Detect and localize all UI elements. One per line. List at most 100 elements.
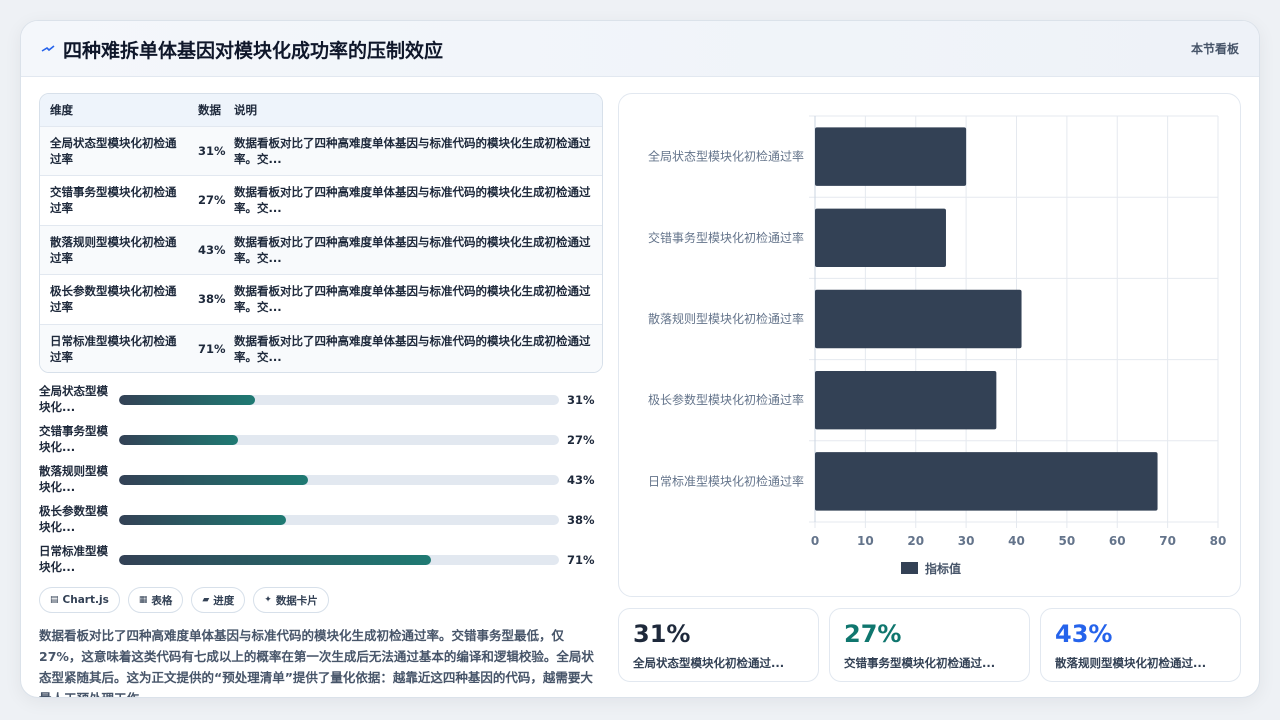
row-value: 31% — [198, 143, 226, 158]
progress-fill — [119, 395, 256, 405]
row-value: 43% — [198, 242, 226, 257]
progress-value: 71% — [567, 553, 595, 567]
progress-list: 全局状态型模块化... 31% 交错事务型模块化... 27% 散落规则型模块化… — [39, 383, 603, 583]
kpi-card: 27% 交错事务型模块化初检通过... — [829, 608, 1030, 682]
progress-track — [119, 515, 559, 525]
chip-label: 表格 — [151, 594, 173, 607]
chip-table[interactable]: ▦ 表格 — [127, 587, 184, 613]
legend-label: 指标值 — [925, 561, 961, 576]
progress-value: 43% — [567, 473, 595, 487]
y-category-label: 交错事务型模块化初检通过率 — [648, 230, 804, 245]
kpi-card: 43% 散落规则型模块化初检通过... — [1040, 608, 1241, 682]
progress-icon: ▰ — [202, 595, 210, 605]
progress-row: 交错事务型模块化... 27% — [39, 423, 603, 463]
table-header-row: 维度 数据 说明 — [40, 94, 602, 126]
x-tick-label: 60 — [1109, 534, 1126, 548]
progress-label: 散落规则型模块化... — [39, 464, 108, 494]
chip-label: 数据卡片 — [275, 594, 318, 607]
table-row: 交错事务型模块化初检通过率 27% 数据看板对比了四种高难度单体基因与标准代码的… — [40, 175, 602, 226]
progress-label: 极长参数型模块化... — [39, 504, 108, 534]
chip-progress[interactable]: ▰ 进度 — [191, 587, 246, 613]
data-table: 维度 数据 说明 全局状态型模块化初检通过率 31% 数据看板对比了四种高难度单… — [39, 93, 603, 373]
x-tick-label: 40 — [1008, 534, 1025, 548]
row-dimension: 散落规则型模块化初检通过率 — [50, 234, 177, 265]
progress-row: 日常标准型模块化... 71% — [39, 543, 603, 583]
dashboard-card: 四种难拆单体基因对模块化成功率的压制效应 本节看板 维度 数据 说明 全局状态型… — [20, 20, 1260, 698]
progress-row: 极长参数型模块化... 38% — [39, 503, 603, 543]
progress-label: 交错事务型模块化... — [39, 424, 108, 454]
x-tick-label: 30 — [958, 534, 975, 548]
chip-chartjs[interactable]: ▤ Chart.js — [39, 587, 120, 613]
progress-label: 日常标准型模块化... — [39, 544, 108, 574]
bar — [815, 452, 1158, 511]
progress-value: 38% — [567, 513, 595, 527]
progress-fill — [119, 555, 432, 565]
progress-fill — [119, 475, 309, 485]
x-tick-label: 10 — [857, 534, 874, 548]
progress-track — [119, 435, 559, 445]
column-header-note: 说明 — [234, 102, 257, 117]
y-category-label: 散落规则型模块化初检通过率 — [648, 311, 804, 326]
kpi-value: 43% — [1055, 620, 1113, 648]
kpi-label: 全局状态型模块化初检通过... — [633, 656, 785, 670]
progress-value: 27% — [567, 433, 595, 447]
progress-value: 31% — [567, 393, 595, 407]
row-note: 数据看板对比了四种高难度单体基因与标准代码的模块化生成初检通过率。交... — [234, 334, 591, 364]
bar — [815, 289, 1022, 349]
chip-data-card[interactable]: ✦ 数据卡片 — [253, 587, 329, 613]
x-tick-label: 0 — [811, 534, 819, 548]
card-icon: ✦ — [264, 595, 272, 605]
y-category-label: 日常标准型模块化初检通过率 — [648, 473, 804, 488]
row-dimension: 全局状态型模块化初检通过率 — [50, 135, 177, 166]
row-note: 数据看板对比了四种高难度单体基因与标准代码的模块化生成初检通过率。交... — [234, 135, 591, 166]
progress-row: 散落规则型模块化... 43% — [39, 463, 603, 503]
row-note: 数据看板对比了四种高难度单体基因与标准代码的模块化生成初检通过率。交... — [234, 234, 591, 265]
section-label: 本节看板 — [1190, 42, 1239, 56]
x-tick-label: 70 — [1159, 534, 1176, 548]
bar — [815, 127, 967, 186]
row-dimension: 极长参数型模块化初检通过率 — [50, 284, 177, 315]
table-icon: ▦ — [138, 595, 148, 605]
header: 四种难拆单体基因对模块化成功率的压制效应 本节看板 — [21, 21, 1259, 77]
kpi-card: 31% 全局状态型模块化初检通过... — [618, 608, 819, 682]
x-tick-label: 20 — [907, 534, 924, 548]
column-header-value: 数据 — [198, 102, 221, 117]
tag-chips: ▤ Chart.js ▦ 表格 ▰ 进度 ✦ 数据卡片 — [39, 587, 329, 613]
table-row: 散落规则型模块化初检通过率 43% 数据看板对比了四种高难度单体基因与标准代码的… — [40, 225, 602, 275]
progress-fill — [119, 515, 287, 525]
kpi-label: 交错事务型模块化初检通过... — [844, 656, 996, 670]
row-dimension: 日常标准型模块化初检通过率 — [50, 334, 177, 364]
progress-label: 全局状态型模块化... — [39, 384, 108, 414]
row-value: 71% — [198, 342, 226, 356]
bar-chart: 0 10 20 30 40 50 60 70 80 全局状态型模块化初检通过率 交错事务型模块化初检… — [618, 93, 1241, 597]
trend-icon — [41, 45, 55, 52]
table-row: 日常标准型模块化初检通过率 71% 数据看板对比了四种高难度单体基因与标准代码的… — [40, 324, 602, 372]
progress-track — [119, 395, 559, 405]
page-title: 四种难拆单体基因对模块化成功率的压制效应 — [63, 40, 444, 62]
summary-text: 数据看板对比了四种高难度单体基因与标准代码的模块化生成初检通过率。交错事务型最低… — [39, 628, 594, 697]
row-value: 27% — [198, 193, 226, 208]
chart-svg: 0 10 20 30 40 50 60 70 80 全局状态型模块化初检通过率交错事务型模块化初检… — [648, 115, 1227, 576]
column-header-dimension: 维度 — [50, 102, 73, 117]
y-category-label: 极长参数型模块化初检通过率 — [648, 392, 804, 407]
row-note: 数据看板对比了四种高难度单体基因与标准代码的模块化生成初检通过率。交... — [234, 284, 591, 315]
table-row: 全局状态型模块化初检通过率 31% 数据看板对比了四种高难度单体基因与标准代码的… — [40, 126, 602, 176]
chart-icon: ▤ — [50, 595, 59, 605]
chip-label: 进度 — [213, 594, 235, 607]
progress-track — [119, 475, 559, 485]
kpi-label: 散落规则型模块化初检通过... — [1055, 656, 1207, 670]
kpi-value: 27% — [844, 620, 902, 648]
y-category-label: 全局状态型模块化初检通过率 — [648, 149, 804, 164]
x-tick-label: 80 — [1210, 534, 1227, 548]
row-dimension: 交错事务型模块化初检通过率 — [50, 185, 177, 216]
x-tick-label: 50 — [1059, 534, 1076, 548]
chip-label: Chart.js — [62, 594, 109, 606]
progress-row: 全局状态型模块化... 31% — [39, 383, 603, 423]
row-value: 38% — [198, 292, 226, 307]
kpi-value: 31% — [633, 620, 691, 648]
bar — [815, 370, 997, 430]
legend-swatch — [901, 562, 918, 574]
progress-track — [119, 555, 559, 565]
progress-fill — [119, 435, 238, 445]
table-row: 极长参数型模块化初检通过率 38% 数据看板对比了四种高难度单体基因与标准代码的… — [40, 274, 602, 325]
